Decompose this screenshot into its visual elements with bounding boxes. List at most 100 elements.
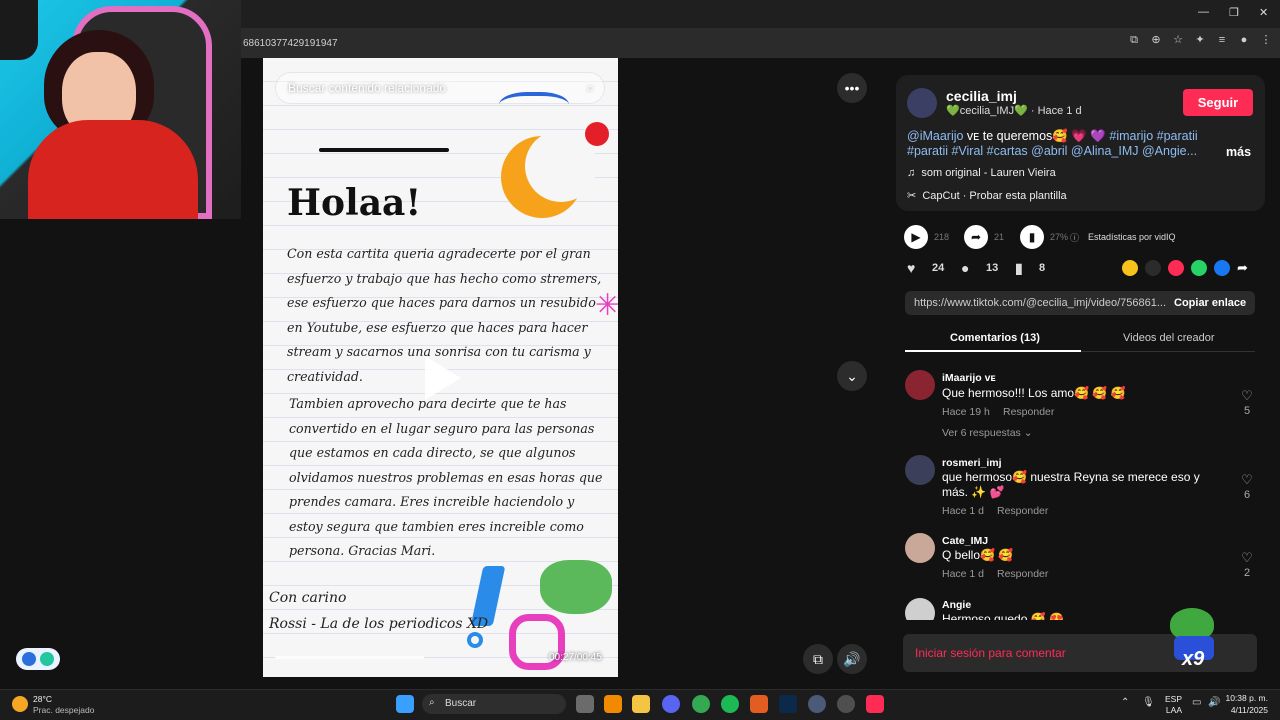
reply-button[interactable]: Responder: [997, 505, 1048, 517]
facebook-icon[interactable]: [1214, 260, 1230, 276]
share-arrow-icon[interactable]: ➦: [1237, 260, 1248, 276]
start-icon[interactable]: [396, 695, 414, 713]
url-text[interactable]: 68610377429191947: [241, 38, 338, 49]
capcut-link[interactable]: ✂ CapCut · Probar esta plantilla: [907, 189, 1067, 202]
network-icon[interactable]: ▭: [1192, 697, 1201, 708]
avatar[interactable]: [905, 533, 935, 563]
file-explorer-icon[interactable]: [632, 695, 650, 713]
vlc-icon[interactable]: [604, 695, 622, 713]
comment-like-count: 6: [1243, 489, 1251, 501]
taskbar-search[interactable]: ⌕ Buscar: [422, 694, 566, 714]
avatar[interactable]: [905, 455, 935, 485]
clock-date[interactable]: 4/11/2025: [1212, 705, 1268, 715]
pip-icon[interactable]: ⧉: [803, 644, 833, 674]
play-icon[interactable]: [425, 356, 461, 400]
caption-more-link[interactable]: más: [1226, 145, 1251, 159]
chrome-icon[interactable]: [692, 695, 710, 713]
address-bar[interactable]: 68610377429191947 ⧉ ⊕ ☆ ✦ ≡ ● ⋮: [241, 28, 1280, 58]
login-to-comment-text[interactable]: Iniciar sesión para comentar: [915, 646, 1066, 660]
bookmark-icon[interactable]: ▮: [1015, 260, 1023, 277]
search-placeholder: Buscar contenido relacionado: [288, 81, 447, 95]
send-icon[interactable]: [1168, 260, 1184, 276]
comment-text: Que hermoso!!! Los amo🥰 🥰 🥰: [942, 386, 1126, 400]
like-count: 24: [932, 262, 945, 274]
sound-link[interactable]: ♫ som original - Lauren Vieira: [907, 167, 1056, 179]
view-replies-link[interactable]: Ver 6 respuestas ⌄: [942, 427, 1033, 439]
extensions-icon[interactable]: ✦: [1194, 34, 1206, 46]
cast-icon[interactable]: ⧉: [1128, 34, 1140, 46]
reply-button[interactable]: Responder: [997, 568, 1048, 580]
comment-icon[interactable]: ●: [961, 260, 969, 276]
caption-text: te queremos🥰 💗 💜: [979, 129, 1110, 143]
minimize-icon[interactable]: —: [1198, 6, 1209, 18]
author-username[interactable]: cecilia_imj: [946, 88, 1017, 104]
video-player[interactable]: Buscar contenido relacionado ⌕ ✳ Holaa! …: [263, 58, 618, 677]
avatar[interactable]: [905, 370, 935, 400]
comment-time: Hace 19 h: [942, 406, 990, 418]
zoom-icon[interactable]: ⊕: [1150, 34, 1162, 46]
save-count: 8: [1039, 262, 1046, 274]
comment-heart-icon[interactable]: ♡: [1240, 550, 1254, 566]
whatsapp-icon[interactable]: [1191, 260, 1207, 276]
extension-toggle[interactable]: [16, 648, 60, 670]
discord-icon[interactable]: [662, 695, 680, 713]
media-icon[interactable]: ≡: [1216, 34, 1228, 46]
comment-author[interactable]: Cate_IMJ: [942, 535, 988, 547]
engagement-percent: 27%: [1050, 232, 1069, 242]
profile-icon[interactable]: ●: [1238, 34, 1250, 46]
left-empty-area: [0, 219, 263, 689]
lang-code[interactable]: ESP: [1162, 694, 1182, 704]
mic-icon[interactable]: 🎙: [1142, 697, 1155, 708]
tab-creator-videos[interactable]: Videos del creador: [1123, 332, 1215, 344]
doodle-squiggle: [499, 92, 569, 124]
more-options-icon[interactable]: •••: [837, 73, 867, 103]
tiktok-icon[interactable]: [866, 695, 884, 713]
comment-author[interactable]: Angie: [942, 599, 971, 611]
taskbar-search-label: Buscar: [445, 698, 477, 709]
info-icon[interactable]: ⓘ: [1070, 231, 1079, 244]
bar-chart-icon: ▮: [1020, 225, 1044, 249]
task-view-icon[interactable]: [576, 695, 594, 713]
video-link[interactable]: https://www.tiktok.com/@cecilia_imj/vide…: [914, 297, 1166, 309]
app-icon[interactable]: [750, 695, 768, 713]
comment-heart-icon[interactable]: ♡: [1240, 472, 1254, 488]
close-icon[interactable]: ✕: [1259, 6, 1268, 19]
bookmark-star-icon[interactable]: ☆: [1172, 34, 1184, 46]
app2-icon[interactable]: [837, 695, 855, 713]
spotify-icon[interactable]: [721, 695, 739, 713]
comment-author[interactable]: iMaarijo ᴠᴇ: [942, 372, 996, 384]
embed-icon[interactable]: [1145, 260, 1161, 276]
chevron-down-icon[interactable]: ⌄: [837, 361, 867, 391]
avatar[interactable]: [905, 598, 935, 620]
comment-author[interactable]: rosmeri_imj: [942, 457, 1002, 469]
search-icon[interactable]: ⌕: [587, 80, 594, 96]
obs-icon[interactable]: [808, 695, 826, 713]
volume-icon[interactable]: 🔊: [837, 644, 867, 674]
lang-layout[interactable]: LAA: [1162, 705, 1182, 715]
weather-desc[interactable]: Prac. despejado: [33, 705, 94, 715]
comment-like-count: 2: [1243, 567, 1251, 579]
tab-comments[interactable]: Comentarios (13): [950, 332, 1040, 344]
weather-temp[interactable]: 28°C: [33, 694, 52, 704]
share-stat-icon: ➦: [964, 225, 988, 249]
heart-icon[interactable]: ♥: [907, 260, 915, 276]
frog-doodle: [540, 560, 612, 614]
photoshop-icon[interactable]: [779, 695, 797, 713]
avatar[interactable]: [907, 88, 937, 118]
weather-icon[interactable]: [12, 696, 28, 712]
caption-mention[interactable]: @iMaarijo: [907, 129, 963, 143]
follow-button[interactable]: Seguir: [1183, 89, 1253, 116]
menu-icon[interactable]: ⋮: [1260, 34, 1272, 46]
copy-link-button[interactable]: Copiar enlace: [1174, 297, 1246, 309]
video-time: 00:27/00:45: [549, 652, 602, 663]
video-progress-bar[interactable]: [275, 656, 424, 659]
exclamation-dot: [467, 632, 483, 648]
reply-button[interactable]: Responder: [1003, 406, 1054, 418]
power-icon: [40, 652, 54, 666]
tray-chevron-icon[interactable]: ⌃: [1121, 697, 1129, 708]
clock-time[interactable]: 10:38 p. m.: [1212, 693, 1268, 703]
comment-heart-icon[interactable]: ♡: [1240, 388, 1254, 404]
repost-icon[interactable]: [1122, 260, 1138, 276]
comment-time: Hace 1 d: [942, 505, 985, 517]
restore-icon[interactable]: ❐: [1229, 6, 1239, 19]
